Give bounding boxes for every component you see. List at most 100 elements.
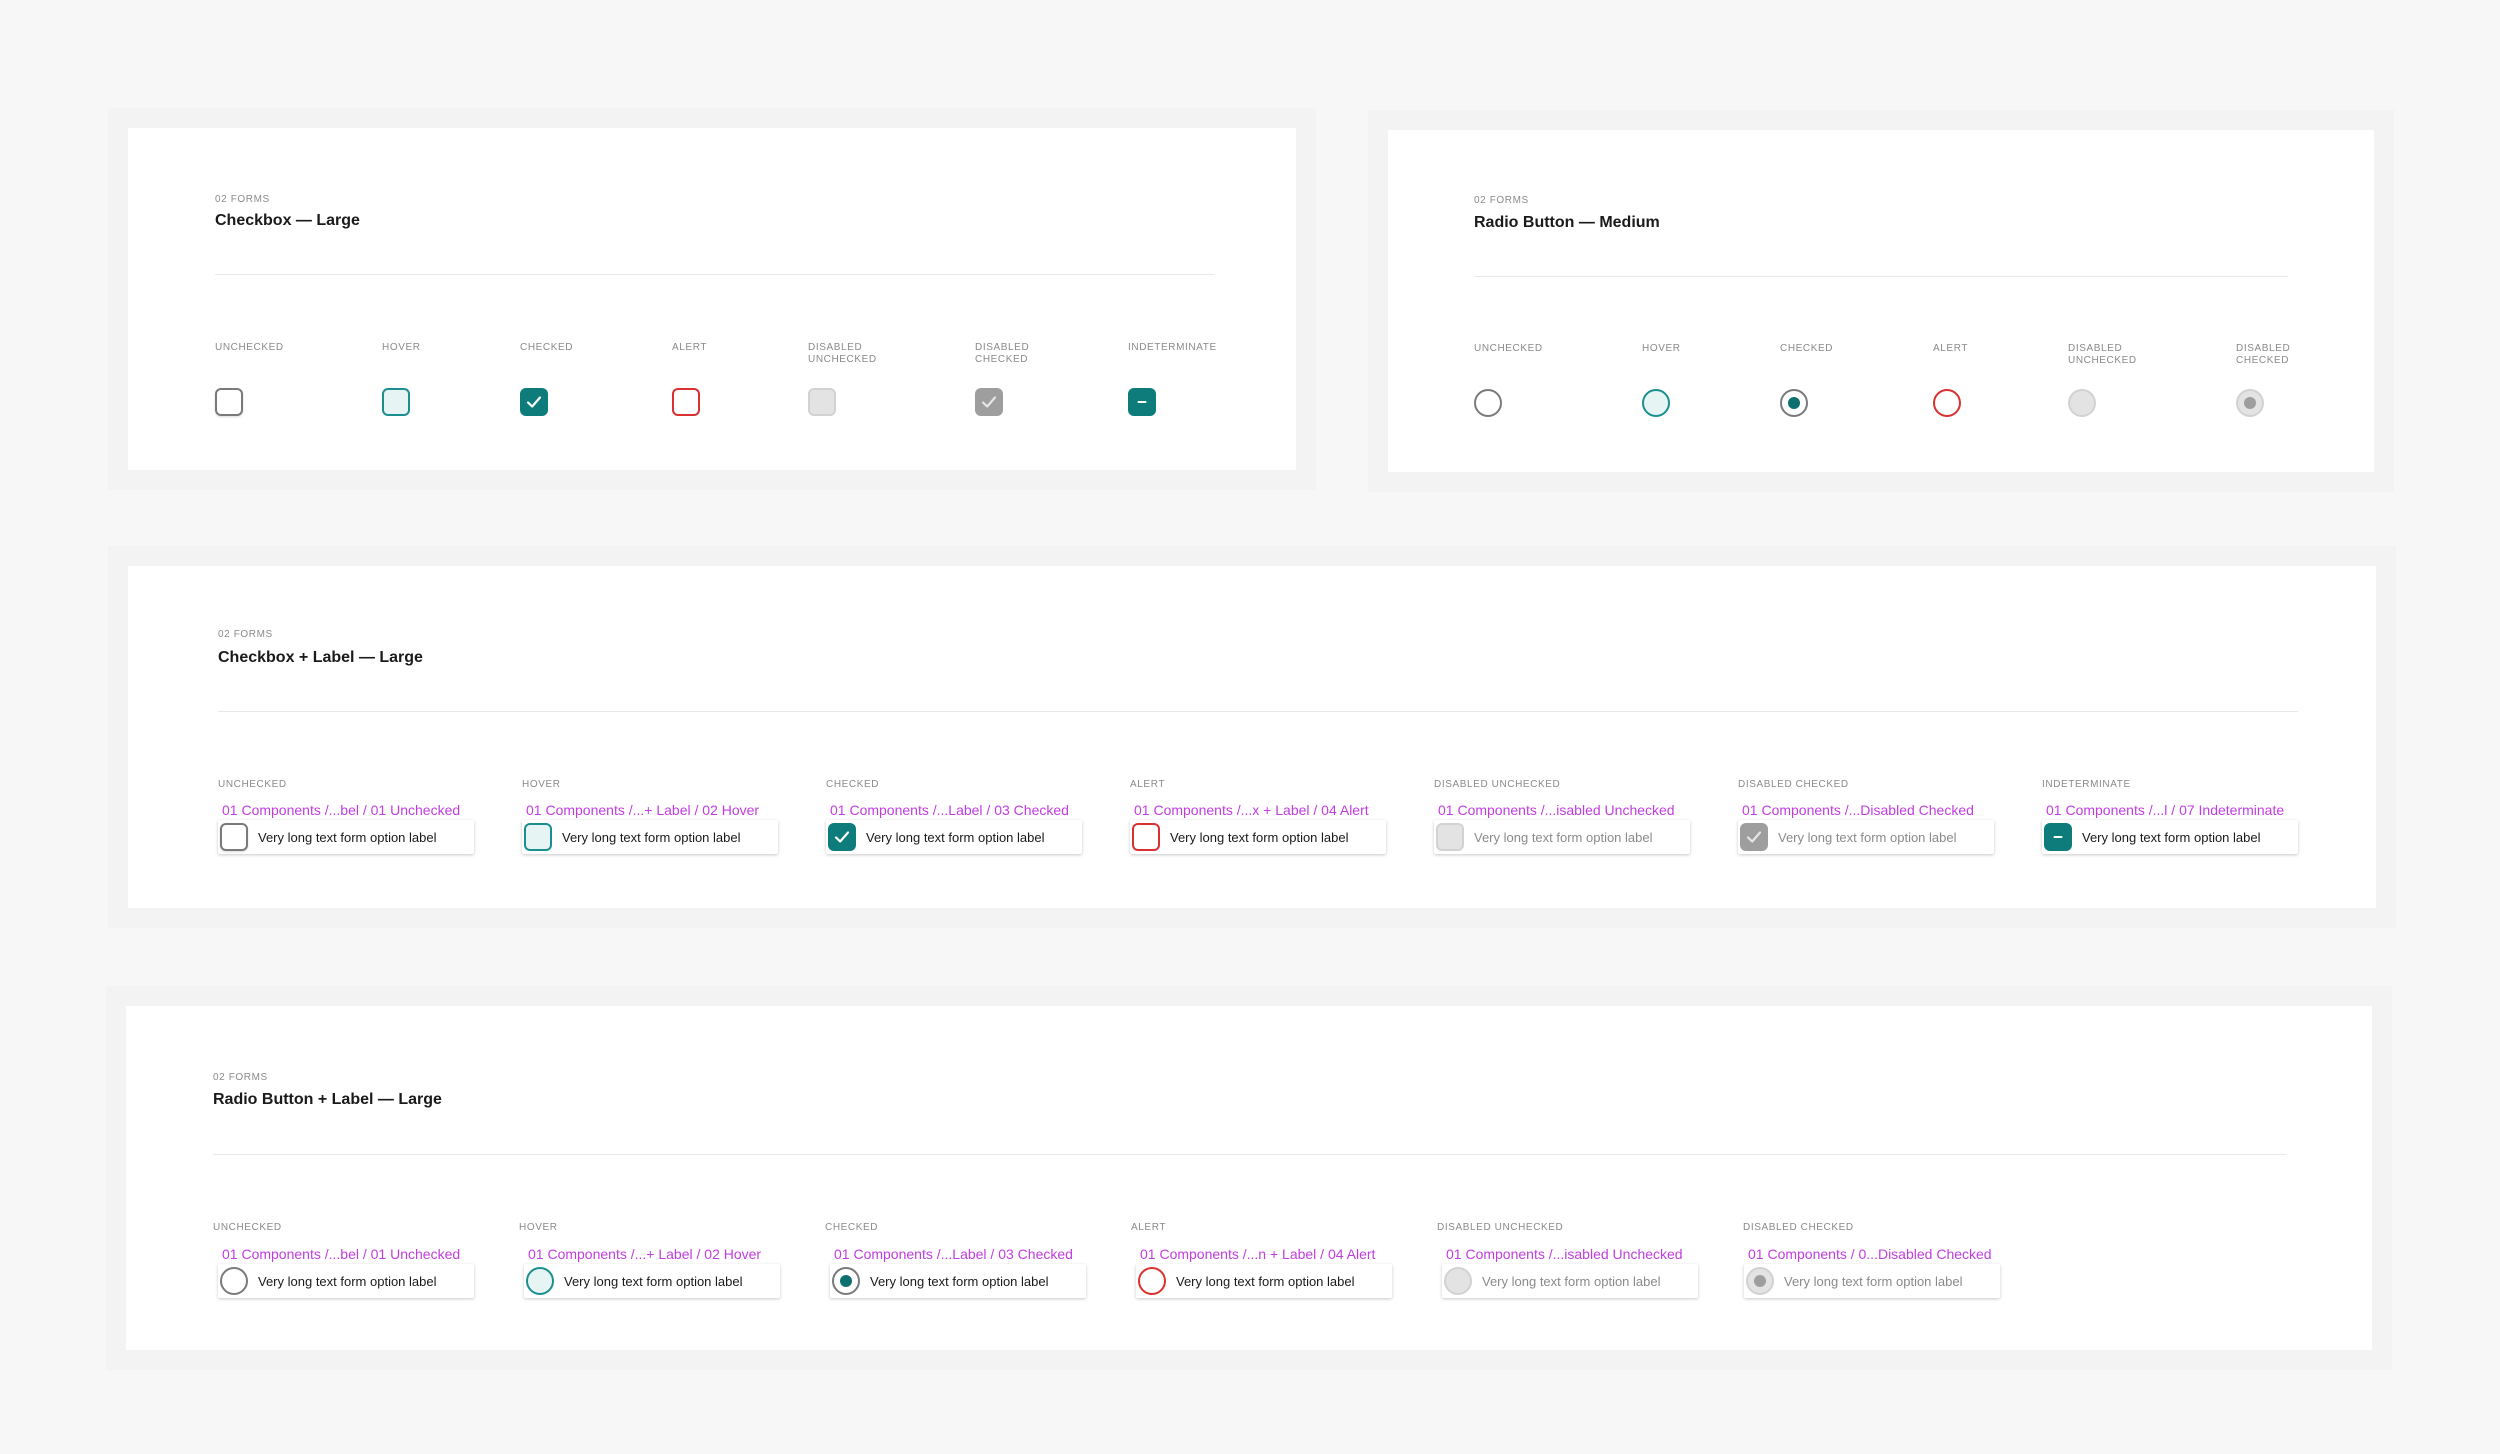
component-name: 01 Components /...Disabled Checked: [1742, 802, 1974, 818]
component-name: 01 Components /...l / 07 Indeterminate: [2046, 802, 2285, 818]
option-label: Very long text form option label: [1176, 1274, 1355, 1289]
option-label: Very long text form option label: [258, 830, 437, 845]
radio[interactable]: [220, 1267, 248, 1295]
radio-label-checked[interactable]: Very long text form option label: [830, 1264, 1086, 1298]
component-name: 01 Components /...+ Label / 02 Hover: [526, 802, 760, 818]
state-label: ALERT: [1131, 1222, 1167, 1233]
minus-icon: [2053, 836, 2063, 838]
state-label: CHECKED: [826, 779, 880, 790]
checkbox[interactable]: [2044, 823, 2072, 851]
checkbox[interactable]: [1132, 823, 1160, 851]
checkbox[interactable]: [220, 823, 248, 851]
state-label-checked: CHECKED: [520, 342, 574, 353]
option-label: Very long text form option label: [1482, 1274, 1661, 1289]
checkbox-label-unchecked[interactable]: Very long text form option label: [218, 820, 474, 854]
minus-icon: [1137, 401, 1147, 403]
divider: [218, 711, 2298, 712]
section-title: Radio Button + Label — Large: [213, 1091, 442, 1108]
option-label: Very long text form option label: [2082, 830, 2261, 845]
checkbox-large-card: 02 FORMS Checkbox — Large UNCHECKED HOVE…: [128, 128, 1296, 470]
radio-checked[interactable]: [1780, 389, 1808, 417]
state-label: HOVER: [522, 779, 561, 790]
section-title: Checkbox — Large: [215, 212, 360, 229]
section-title: Radio Button — Medium: [1474, 214, 1660, 231]
radio-alert[interactable]: [1933, 389, 1961, 417]
radio-hover[interactable]: [1642, 389, 1670, 417]
radio: [1444, 1267, 1472, 1295]
state-label: HOVER: [519, 1222, 558, 1233]
checkbox[interactable]: [828, 823, 856, 851]
check-icon: [1746, 831, 1762, 843]
state-label: DISABLED UNCHECKED: [1434, 779, 1561, 790]
checkbox-label-indeterminate[interactable]: Very long text form option label: [2042, 820, 2298, 854]
section-overline: 02 FORMS: [218, 629, 273, 640]
option-label: Very long text form option label: [562, 830, 741, 845]
state-label-checked: CHECKED: [1780, 343, 1834, 354]
radio-disabled-checked: [2236, 389, 2264, 417]
option-label: Very long text form option label: [1784, 1274, 1963, 1289]
checkbox-label-alert[interactable]: Very long text form option label: [1130, 820, 1386, 854]
component-name: 01 Components /...+ Label / 02 Hover: [528, 1246, 762, 1262]
check-icon: [981, 396, 997, 408]
radio[interactable]: [832, 1267, 860, 1295]
checkbox-label-checked[interactable]: Very long text form option label: [826, 820, 1082, 854]
radio-label-unchecked[interactable]: Very long text form option label: [218, 1264, 474, 1298]
checkbox-label-card: 02 FORMS Checkbox + Label — Large UNCHEC…: [128, 566, 2376, 908]
option-label: Very long text form option label: [258, 1274, 437, 1289]
checkbox-label-hover[interactable]: Very long text form option label: [522, 820, 778, 854]
state-label-unchecked: UNCHECKED: [215, 342, 284, 353]
checkbox-indeterminate[interactable]: [1128, 388, 1156, 416]
section-overline: 02 FORMS: [215, 194, 270, 205]
state-label-alert: ALERT: [672, 342, 708, 353]
checkbox-alert[interactable]: [672, 388, 700, 416]
checkbox-checked[interactable]: [520, 388, 548, 416]
divider: [213, 1154, 2287, 1155]
checkbox-disabled-unchecked: [808, 388, 836, 416]
section-overline: 02 FORMS: [1474, 195, 1529, 206]
component-name: 01 Components /...n + Label / 04 Alert: [1140, 1246, 1376, 1262]
radio-medium-card: 02 FORMS Radio Button — Medium UNCHECKED…: [1388, 130, 2374, 472]
check-icon: [834, 831, 850, 843]
radio-label-hover[interactable]: Very long text form option label: [524, 1264, 780, 1298]
state-label: DISABLED CHECKED: [1743, 1222, 1854, 1233]
radio[interactable]: [526, 1267, 554, 1295]
component-name: 01 Components /...bel / 01 Unchecked: [222, 802, 461, 818]
checkbox-label-disabled-checked: Very long text form option label: [1738, 820, 1994, 854]
option-label: Very long text form option label: [564, 1274, 743, 1289]
radio-unchecked[interactable]: [1474, 389, 1502, 417]
state-label-unchecked: UNCHECKED: [1474, 343, 1543, 354]
option-label: Very long text form option label: [1778, 830, 1957, 845]
component-name: 01 Components /...isabled Unchecked: [1438, 802, 1675, 818]
state-label: CHECKED: [825, 1222, 879, 1233]
checkbox: [1740, 823, 1768, 851]
checkbox-disabled-checked: [975, 388, 1003, 416]
checkbox[interactable]: [524, 823, 552, 851]
state-label: DISABLED CHECKED: [1738, 779, 1849, 790]
state-label: UNCHECKED: [213, 1222, 282, 1233]
state-label-alert: ALERT: [1933, 343, 1969, 354]
state-label-hover: HOVER: [382, 342, 421, 353]
option-label: Very long text form option label: [866, 830, 1045, 845]
component-name: 01 Components /...x + Label / 04 Alert: [1134, 802, 1369, 818]
state-label: UNCHECKED: [218, 779, 287, 790]
radio-label-card: 02 FORMS Radio Button + Label — Large UN…: [126, 1006, 2372, 1350]
radio-label-alert[interactable]: Very long text form option label: [1136, 1264, 1392, 1298]
section-overline: 02 FORMS: [213, 1072, 268, 1083]
state-label-disabled-unchecked: DISABLED UNCHECKED: [808, 342, 877, 365]
component-name: 01 Components / 0...Disabled Checked: [1748, 1246, 1992, 1262]
state-label-disabled-checked: DISABLED CHECKED: [2236, 343, 2291, 366]
check-icon: [526, 396, 542, 408]
state-label-indeterminate: INDETERMINATE: [1128, 342, 1217, 353]
state-label-disabled-unchecked: DISABLED UNCHECKED: [2068, 343, 2137, 366]
checkbox: [1436, 823, 1464, 851]
state-label: DISABLED UNCHECKED: [1437, 1222, 1564, 1233]
option-label: Very long text form option label: [1170, 830, 1349, 845]
checkbox-unchecked[interactable]: [215, 388, 243, 416]
divider: [1474, 276, 2288, 277]
component-name: 01 Components /...Label / 03 Checked: [830, 802, 1069, 818]
state-label-disabled-checked: DISABLED CHECKED: [975, 342, 1030, 365]
option-label: Very long text form option label: [1474, 830, 1653, 845]
state-label: ALERT: [1130, 779, 1166, 790]
radio[interactable]: [1138, 1267, 1166, 1295]
checkbox-hover[interactable]: [382, 388, 410, 416]
